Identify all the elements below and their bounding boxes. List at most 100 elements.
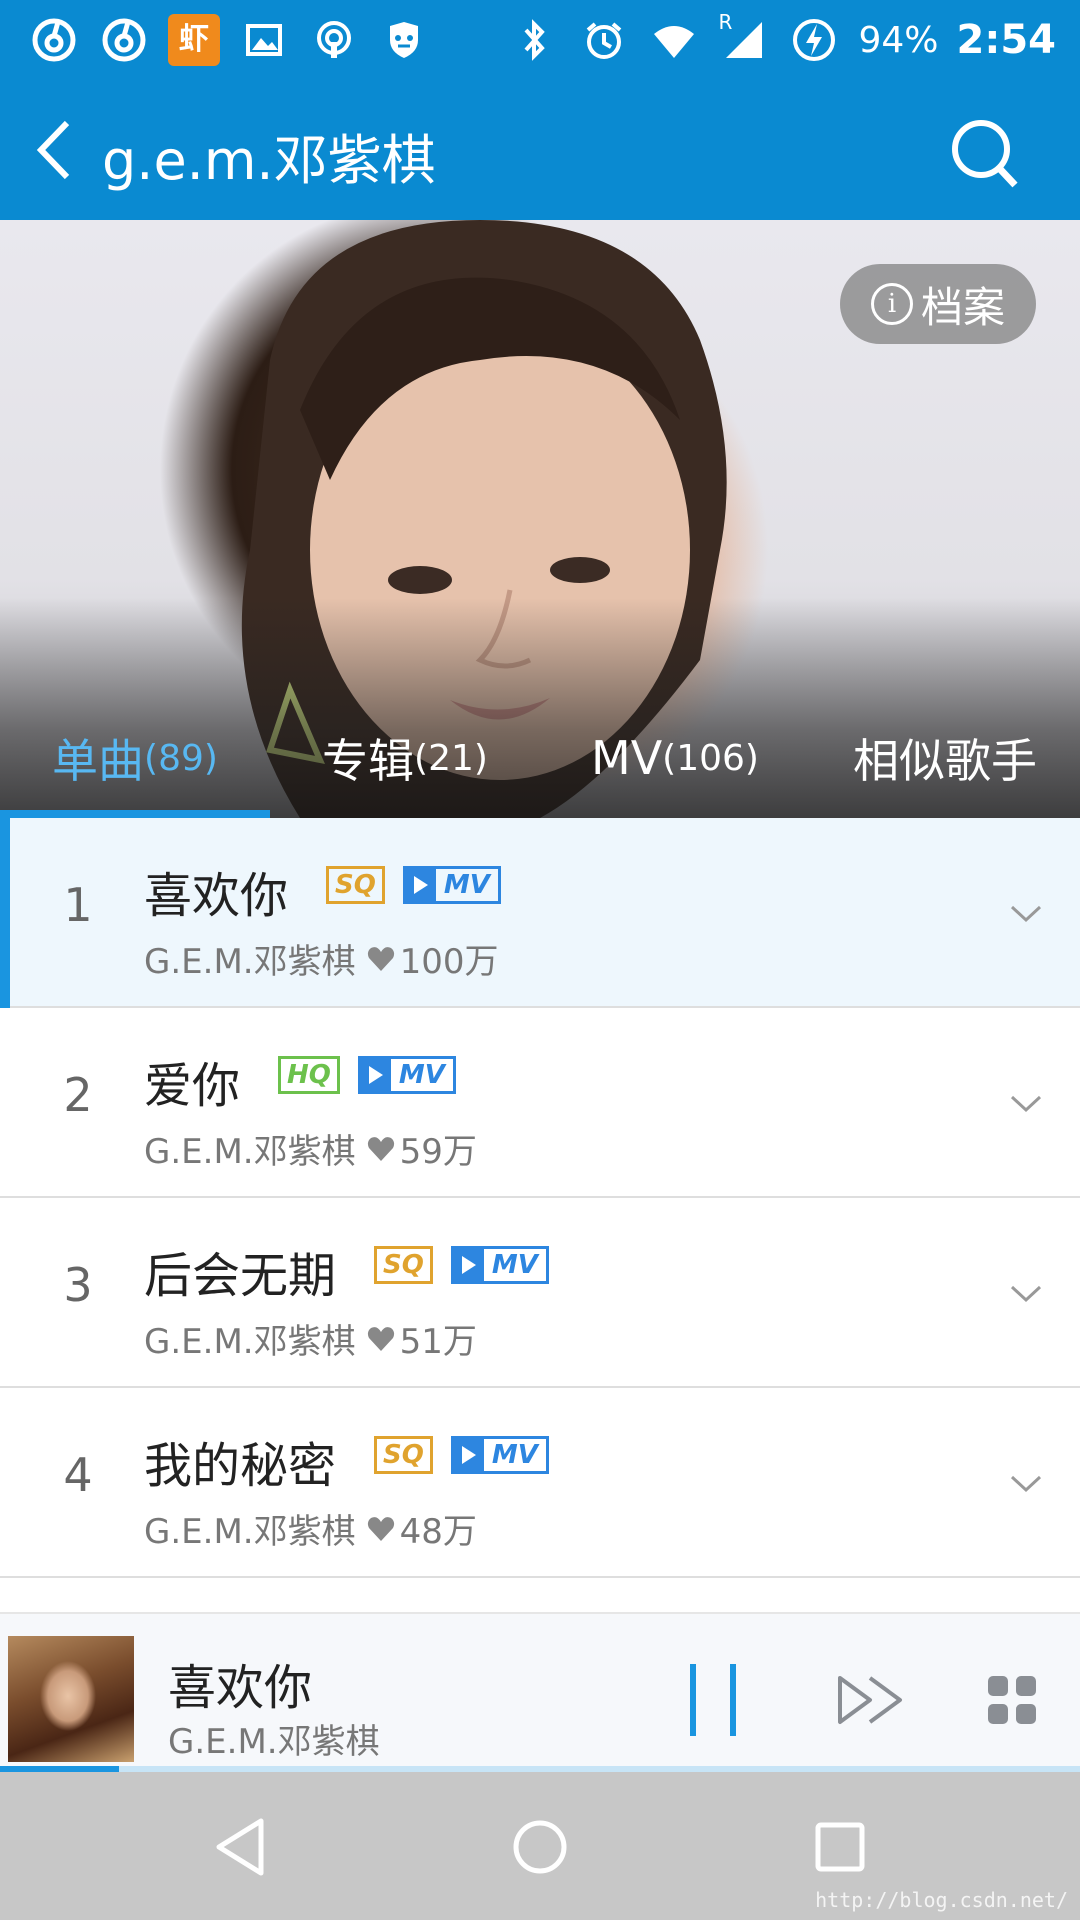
song-number: 3 (63, 1258, 93, 1312)
battery-level: 94% (858, 19, 939, 61)
play-icon (405, 869, 436, 901)
tab-similar-artists[interactable]: 相似歌手 (810, 698, 1080, 818)
heart-icon (367, 1136, 394, 1161)
nav-recents-icon (815, 1822, 865, 1872)
chevron-down-icon (1010, 1095, 1042, 1113)
playlist-icon-cell (1016, 1704, 1036, 1724)
play-icon (453, 1249, 484, 1281)
song-title: 喜欢你 (144, 868, 289, 924)
tab-count: (89) (144, 737, 218, 779)
mv-badge-label: MV (443, 870, 490, 900)
heart-icon (367, 1326, 394, 1351)
system-nav-bar: http://blog.csdn.net/ (0, 1772, 1080, 1920)
song-row[interactable]: 2 爱你 HQ MV G.E.M.邓紫棋 59万 (0, 1008, 1080, 1198)
pause-icon-bar (730, 1664, 736, 1736)
chevron-left-icon (36, 120, 70, 180)
song-badges: SQ MV (374, 1436, 549, 1474)
song-meta: G.E.M.邓紫棋 51万 (144, 1314, 477, 1363)
mv-badge-label: MV (398, 1060, 445, 1090)
nav-back-button[interactable] (196, 1802, 286, 1892)
watermark: http://blog.csdn.net/ (815, 1888, 1068, 1912)
next-button[interactable] (836, 1672, 906, 1728)
battery-charging-icon (788, 14, 840, 66)
search-icon (952, 120, 1018, 188)
song-badges: HQ MV (278, 1056, 456, 1094)
tab-indicator (0, 810, 270, 818)
heart-icon (367, 946, 394, 971)
quality-badge: SQ (374, 1436, 433, 1474)
song-meta: G.E.M.邓紫棋 48万 (144, 1504, 477, 1553)
roaming-indicator: R (718, 10, 733, 34)
search-button[interactable] (940, 108, 1030, 198)
tab-mv[interactable]: MV (106) (540, 698, 810, 818)
expand-button[interactable] (1002, 890, 1050, 938)
tab-name: MV (591, 731, 663, 785)
song-artist: G.E.M.邓紫棋 (144, 1512, 356, 1552)
song-number: 2 (63, 1068, 93, 1122)
playlist-button[interactable] (988, 1676, 1036, 1724)
album-art[interactable] (8, 1636, 134, 1762)
nav-recents-button[interactable] (795, 1802, 885, 1892)
nav-home-button[interactable] (495, 1802, 585, 1892)
song-row[interactable]: 1 喜欢你 SQ MV G.E.M.邓紫棋 100万 (0, 818, 1080, 1008)
mv-badge-label: MV (491, 1250, 538, 1280)
xiami-icon: 虾 (168, 14, 220, 66)
tab-name: 专辑 (322, 734, 415, 788)
title-bar: g.e.m.邓紫棋 (0, 80, 1080, 220)
song-title: 我的秘密 (144, 1438, 337, 1494)
song-row[interactable]: 4 我的秘密 SQ MV G.E.M.邓紫棋 48万 (0, 1388, 1080, 1578)
mv-badge[interactable]: MV (357, 1056, 456, 1094)
quality-badge: SQ (374, 1246, 433, 1284)
song-artist: G.E.M.邓紫棋 (144, 1132, 356, 1172)
expand-button[interactable] (1002, 1080, 1050, 1128)
bluetooth-icon (508, 14, 560, 66)
mv-badge-label: MV (491, 1440, 538, 1470)
artist-hero: i 档案 单曲 (89) 专辑 (21) MV (106) 相似歌手 (0, 220, 1080, 818)
play-icon (360, 1059, 391, 1091)
tab-count: (21) (414, 737, 488, 779)
info-icon: i (870, 283, 913, 325)
song-likes: 48万 (399, 1512, 477, 1552)
profile-label: 档案 (920, 282, 1005, 332)
tab-name: 相似歌手 (853, 734, 1037, 788)
song-likes: 59万 (399, 1132, 477, 1172)
status-bar: 虾 R 94% 2:54 (0, 0, 1080, 80)
song-row[interactable]: 3 后会无期 SQ MV G.E.M.邓紫棋 51万 (0, 1198, 1080, 1388)
mini-player[interactable]: 喜欢你 G.E.M.邓紫棋 (0, 1612, 1080, 1772)
pause-button[interactable] (690, 1664, 736, 1736)
expand-button[interactable] (1002, 1270, 1050, 1318)
signal-icon: R (718, 10, 770, 66)
mv-badge[interactable]: MV (402, 866, 501, 904)
xiami-label: 虾 (168, 14, 220, 66)
quality-badge: HQ (278, 1056, 340, 1094)
song-number: 4 (63, 1448, 93, 1502)
mv-badge[interactable]: MV (450, 1246, 549, 1284)
nav-home-icon (513, 1820, 567, 1874)
tab-name: 单曲 (52, 734, 145, 788)
player-artist: G.E.M.邓紫棋 (168, 1722, 380, 1762)
song-number: 1 (63, 878, 93, 932)
tab-singles[interactable]: 单曲 (89) (0, 698, 270, 818)
song-meta: G.E.M.邓紫棋 100万 (144, 934, 499, 983)
quality-badge: SQ (326, 866, 385, 904)
shield-icon (378, 14, 430, 66)
chevron-down-icon (1010, 1285, 1042, 1303)
chevron-down-icon (1010, 905, 1042, 923)
tab-count: (106) (662, 737, 759, 779)
mv-badge[interactable]: MV (450, 1436, 549, 1474)
song-title: 后会无期 (144, 1248, 337, 1304)
song-title: 爱你 (144, 1058, 241, 1114)
page-title: g.e.m.邓紫棋 (102, 129, 436, 192)
profile-button[interactable]: i 档案 (840, 264, 1036, 344)
player-song-title: 喜欢你 (168, 1660, 313, 1716)
back-button[interactable] (16, 110, 96, 190)
tab-albums[interactable]: 专辑 (21) (270, 698, 540, 818)
expand-button[interactable] (1002, 1460, 1050, 1508)
song-badges: SQ MV (326, 866, 501, 904)
netease-music-icon (28, 14, 80, 66)
alarm-icon (578, 14, 630, 66)
nav-back-icon (216, 1818, 264, 1876)
playlist-icon-cell (1016, 1676, 1036, 1696)
podcast-icon (308, 14, 360, 66)
song-likes: 100万 (399, 942, 499, 982)
